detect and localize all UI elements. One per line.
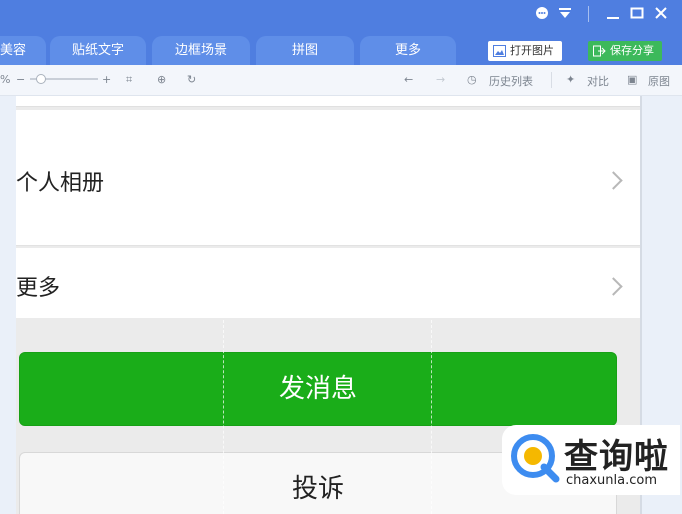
save-share-label: 保存分享 <box>610 44 654 57</box>
zoom-percent: % <box>0 73 11 86</box>
compare-icon[interactable]: ✦ <box>566 73 575 86</box>
redo-icon[interactable]: → <box>436 73 445 86</box>
magnify-icon[interactable]: ⊕ <box>157 73 166 86</box>
zoom-in-icon[interactable]: + <box>102 73 111 86</box>
menu-dropdown-icon[interactable] <box>558 6 572 24</box>
tab-sticker-text[interactable]: 贴纸文字 <box>50 36 146 65</box>
chevron-right-icon <box>604 171 623 190</box>
title-bar: 美容 贴纸文字 边框场景 拼图 更多 打开图片 保存分享 <box>0 0 682 65</box>
image-icon <box>493 45 506 57</box>
crop-icon[interactable]: ⌗ <box>126 73 132 87</box>
list-item-more[interactable]: 更多 <box>16 248 640 318</box>
tab-more[interactable]: 更多 <box>360 36 456 65</box>
export-icon <box>593 45 606 57</box>
tab-frame-scene[interactable]: 边框场景 <box>152 36 250 65</box>
watermark-title: 查询啦 <box>564 437 669 477</box>
open-image-button[interactable]: 打开图片 <box>488 41 562 61</box>
close-icon[interactable] <box>654 6 668 24</box>
list-item-album[interactable]: 个人相册 <box>16 110 640 246</box>
divider <box>588 6 589 22</box>
toolbar-divider <box>551 72 552 88</box>
undo-icon[interactable]: ← <box>404 73 413 86</box>
guide-line <box>431 320 432 514</box>
toolbar: % − + ⌗ ⊕ ↻ ← → ◷ 历史列表 ✦ 对比 ▣ 原图 <box>0 65 682 96</box>
guide-line <box>223 320 224 514</box>
history-list-label[interactable]: 历史列表 <box>489 73 533 89</box>
original-image-icon[interactable]: ▣ <box>627 73 637 86</box>
compare-label[interactable]: 对比 <box>587 73 609 89</box>
album-label: 个人相册 <box>16 171 105 196</box>
tab-beauty[interactable]: 美容 <box>0 36 46 65</box>
tab-collage[interactable]: 拼图 <box>256 36 354 65</box>
save-share-button[interactable]: 保存分享 <box>588 41 662 61</box>
send-message-button[interactable]: 发消息 <box>19 352 617 426</box>
chevron-right-icon <box>604 277 623 296</box>
open-image-label: 打开图片 <box>510 44 554 57</box>
watermark: 查询啦 chaxunla.com <box>502 425 680 495</box>
maximize-icon[interactable] <box>630 6 644 24</box>
watermark-url: chaxunla.com <box>566 473 657 488</box>
more-label: 更多 <box>16 276 61 301</box>
top-strip <box>16 96 640 107</box>
chat-icon[interactable] <box>535 6 549 24</box>
search-logo-icon <box>511 434 560 483</box>
history-icon[interactable]: ◷ <box>467 73 477 86</box>
original-image-label[interactable]: 原图 <box>648 73 670 89</box>
minimize-icon[interactable] <box>606 6 620 24</box>
zoom-out-icon[interactable]: − <box>16 73 25 86</box>
zoom-slider-handle[interactable] <box>36 74 46 84</box>
rotate-icon[interactable]: ↻ <box>187 73 196 86</box>
